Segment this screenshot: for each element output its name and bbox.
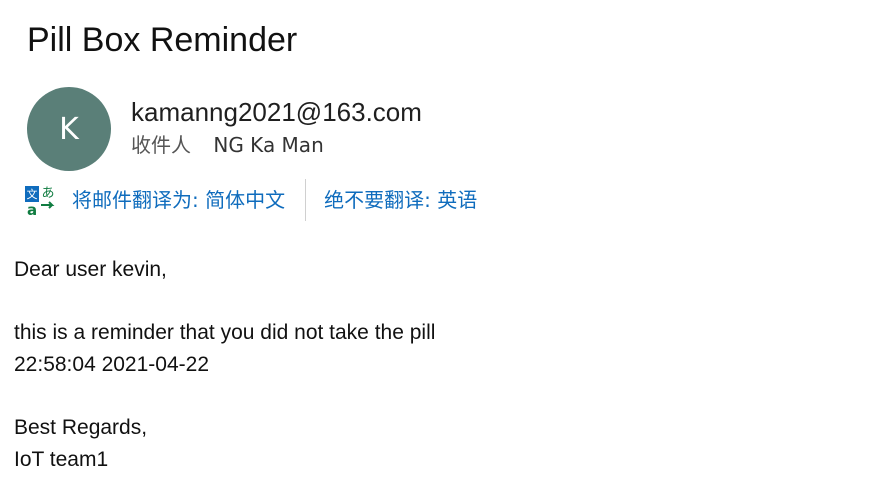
reminder-line: this is a reminder that you did not take… [14, 321, 436, 344]
email-body: Dear user kevin, this is a reminder that… [14, 254, 435, 476]
signature: IoT team1 [14, 448, 109, 471]
translate-bar: 文 a あ 将邮件翻译为: 简体中文 绝不要翻译: 英语 [24, 178, 477, 222]
recipient-name[interactable]: NG Ka Man [213, 133, 323, 157]
recipient-label: 收件人 [131, 133, 191, 157]
sender-avatar[interactable]: K [27, 87, 111, 171]
avatar-initial: K [59, 111, 79, 147]
translate-icon: 文 a あ [25, 186, 55, 217]
translate-divider [305, 179, 307, 221]
svg-text:文: 文 [27, 187, 38, 201]
recipient-row: 收件人 NG Ka Man [131, 132, 324, 158]
closing: Best Regards, [14, 416, 148, 439]
greeting: Dear user kevin, [14, 258, 167, 281]
reminder-timestamp: 22:58:04 2021-04-22 [14, 353, 209, 376]
translate-to-chinese-link[interactable]: 将邮件翻译为: 简体中文 [72, 187, 285, 213]
sender-email[interactable]: kamanng2021@163.com [131, 96, 422, 128]
never-translate-link[interactable]: 绝不要翻译: 英语 [324, 187, 477, 213]
svg-text:あ: あ [41, 186, 54, 201]
email-subject: Pill Box Reminder [27, 21, 298, 59]
svg-text:a: a [27, 201, 37, 217]
